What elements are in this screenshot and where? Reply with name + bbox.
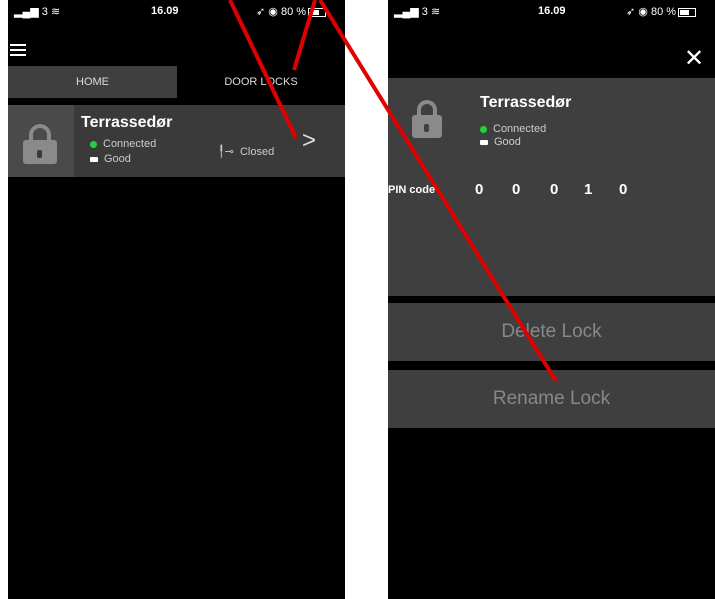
lock-icon bbox=[412, 100, 442, 138]
battery-percent: 80 % bbox=[650, 6, 677, 18]
lock-detail-screen: ▂▄▆ 3 ≋ 16.09 ➶ ◉ 80 % ✕ Terrassedør Con… bbox=[388, 0, 715, 599]
alarm-icon: ◉ bbox=[268, 6, 278, 18]
tab-home[interactable]: HOME bbox=[8, 66, 177, 98]
connection-text: Connected bbox=[493, 123, 547, 135]
door-state: ╿⊸ Closed bbox=[218, 145, 274, 158]
pin-digit: 0 bbox=[550, 181, 559, 198]
wifi-icon: ≋ bbox=[430, 6, 441, 18]
chevron-right-icon[interactable]: > bbox=[302, 127, 316, 155]
connection-status: Connected bbox=[480, 123, 546, 135]
connected-dot-icon bbox=[480, 125, 487, 133]
battery-status: Good bbox=[480, 136, 521, 148]
connection-text: Connected bbox=[103, 138, 157, 150]
tab-bar: HOME DOOR LOCKS bbox=[8, 66, 345, 98]
pin-digit: 0 bbox=[619, 181, 628, 198]
battery-status: Good bbox=[90, 153, 131, 165]
status-right: ➶ ◉ 80 % bbox=[626, 5, 697, 18]
pin-digit: 0 bbox=[512, 181, 521, 198]
rename-lock-button[interactable]: Rename Lock bbox=[388, 370, 715, 428]
wifi-icon: ≋ bbox=[50, 6, 61, 18]
status-time: 16.09 bbox=[151, 5, 179, 17]
lock-list-screen: ▂▄▆ 3 ≋ 16.09 ➶ ◉ 80 % HOME DOOR LOCKS T… bbox=[8, 0, 345, 599]
lock-icon-box bbox=[8, 105, 74, 177]
location-icon: ➶ bbox=[256, 6, 266, 18]
alarm-icon: ◉ bbox=[638, 6, 648, 18]
status-bar: ▂▄▆ 3 ≋ 16.09 ➶ ◉ 80 % bbox=[8, 0, 345, 22]
battery-text: Good bbox=[104, 153, 131, 165]
lock-detail-card: Terrassedør Connected Good PIN code 0 0 … bbox=[388, 78, 715, 296]
location-icon: ➶ bbox=[626, 6, 636, 18]
delete-lock-button[interactable]: Delete Lock bbox=[388, 303, 715, 361]
battery-text: Good bbox=[494, 136, 521, 148]
carrier-number: 3 bbox=[41, 6, 48, 18]
tab-door-locks[interactable]: DOOR LOCKS bbox=[177, 66, 345, 98]
carrier-number: 3 bbox=[421, 6, 428, 18]
battery-small-icon bbox=[90, 156, 98, 162]
lock-name: Terrassedør bbox=[81, 114, 173, 131]
status-right: ➶ ◉ 80 % bbox=[256, 5, 327, 18]
pin-digit: 1 bbox=[584, 181, 593, 198]
signal-indicator: ▂▄▆ 3 ≋ bbox=[394, 6, 441, 18]
lock-list-item[interactable]: Terrassedør Connected Good ╿⊸ Closed > bbox=[8, 105, 345, 177]
menu-icon[interactable] bbox=[10, 44, 26, 56]
lock-name: Terrassedør bbox=[480, 94, 572, 111]
door-state-text: Closed bbox=[239, 146, 275, 158]
status-bar: ▂▄▆ 3 ≋ 16.09 ➶ ◉ 80 % bbox=[388, 0, 715, 22]
signal-indicator: ▂▄▆ 3 ≋ bbox=[14, 6, 61, 18]
close-icon[interactable]: ✕ bbox=[684, 44, 704, 73]
battery-percent: 80 % bbox=[280, 6, 307, 18]
battery-icon bbox=[678, 7, 697, 17]
status-time: 16.09 bbox=[538, 5, 566, 17]
battery-small-icon bbox=[480, 139, 488, 145]
connected-dot-icon bbox=[90, 140, 97, 148]
lock-icon bbox=[23, 124, 57, 164]
door-closed-icon: ╿⊸ bbox=[218, 146, 234, 158]
battery-icon bbox=[308, 7, 327, 17]
pin-label: PIN code bbox=[388, 184, 436, 196]
pin-digit: 0 bbox=[475, 181, 484, 198]
connection-status: Connected bbox=[90, 138, 156, 150]
